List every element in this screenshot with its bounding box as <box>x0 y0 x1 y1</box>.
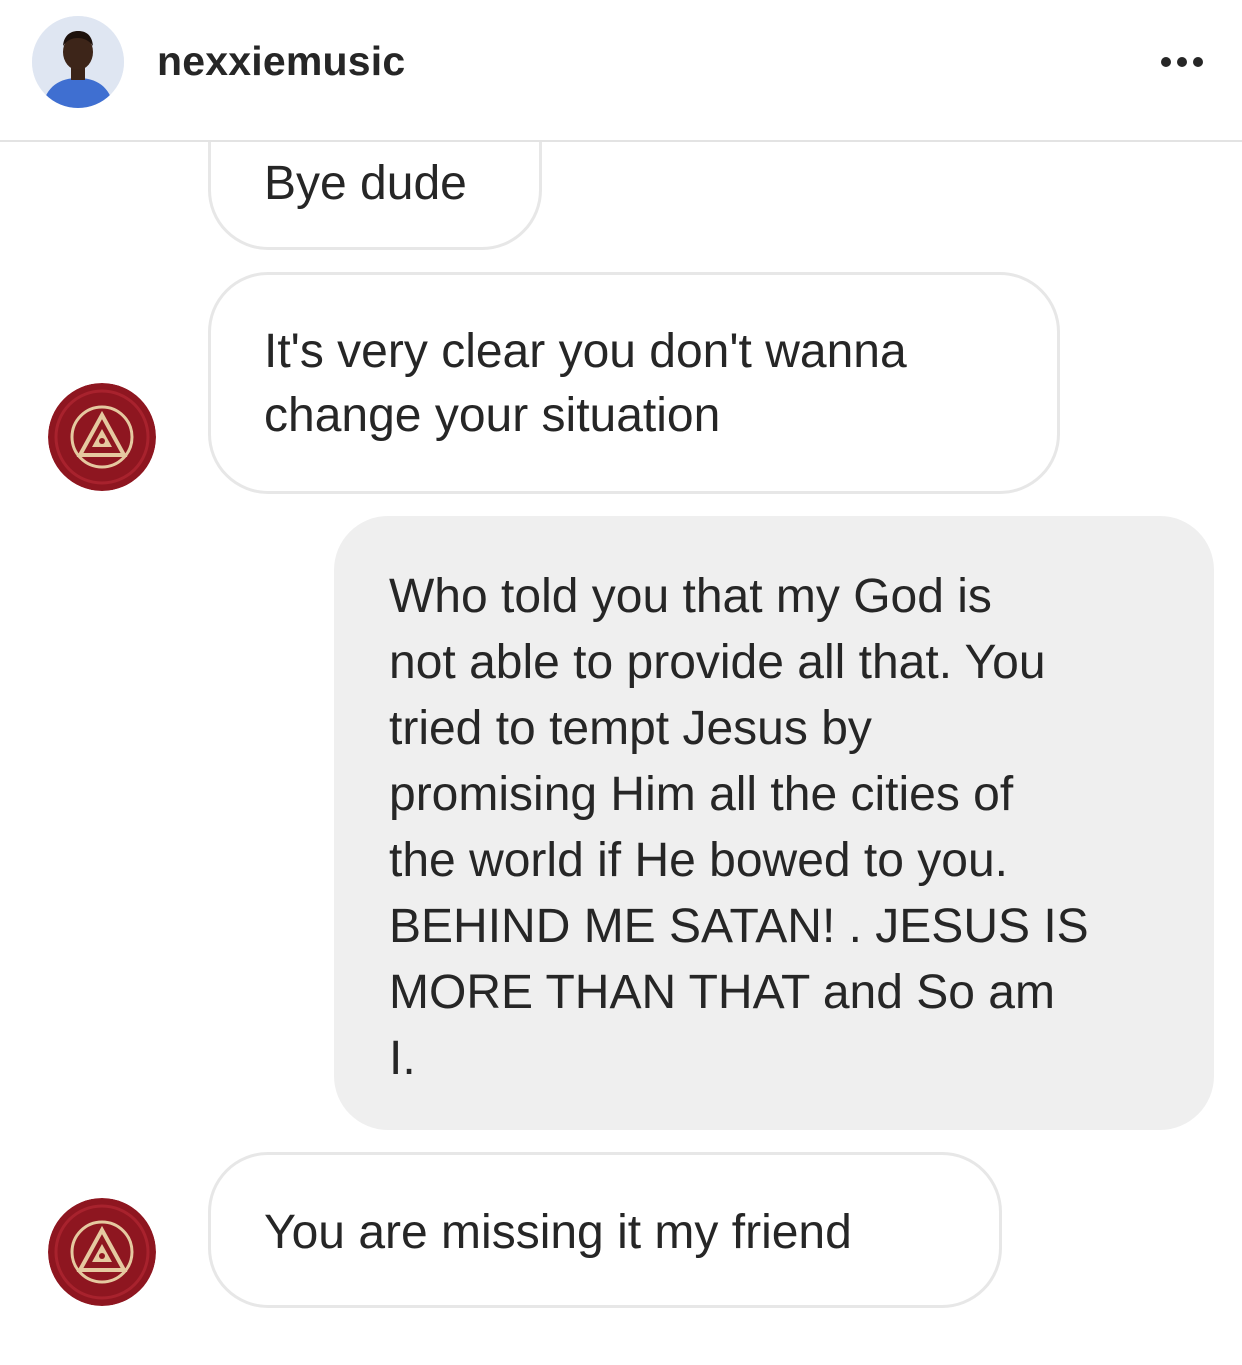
incoming-message-bubble[interactable]: You are missing it my friend <box>208 1152 1002 1308</box>
outgoing-message-bubble[interactable]: Who told you that my God is not able to … <box>334 516 1214 1130</box>
sender-avatar[interactable] <box>48 1198 156 1306</box>
incoming-message-bubble[interactable]: It's very clear you don't wanna change y… <box>208 272 1060 494</box>
instagram-dm-screen: nexxiemusic Bye dude It's very clear you… <box>0 0 1242 1365</box>
message-text: Bye dude <box>264 157 467 210</box>
profile-avatar[interactable] <box>32 16 124 108</box>
incoming-message-bubble[interactable]: Bye dude <box>208 142 542 250</box>
message-text: It's very clear you don't wanna change y… <box>264 325 907 442</box>
profile-photo-icon <box>32 16 124 108</box>
message-text: Who told you that my God is not able to … <box>389 570 1089 1085</box>
message-thread[interactable]: Bye dude It's very clear you don't wanna… <box>0 142 1242 1365</box>
message-text: You are missing it my friend <box>264 1206 852 1259</box>
more-options-icon[interactable] <box>1160 50 1204 74</box>
illuminati-logo-icon <box>48 1198 156 1306</box>
sender-avatar[interactable] <box>48 383 156 491</box>
illuminati-logo-icon <box>48 383 156 491</box>
chat-header: nexxiemusic <box>0 0 1242 142</box>
username[interactable]: nexxiemusic <box>157 38 405 85</box>
